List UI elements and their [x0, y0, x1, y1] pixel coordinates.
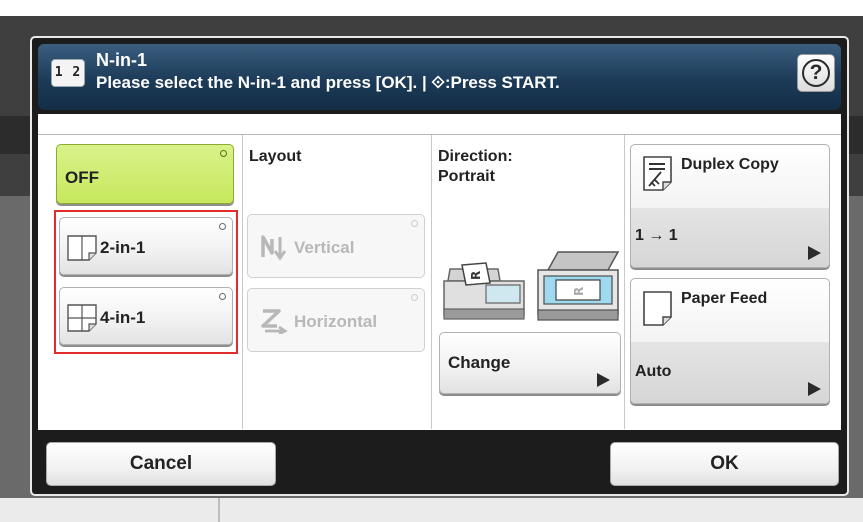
- column-divider: [242, 135, 243, 429]
- play-arrow-icon: [597, 373, 610, 387]
- selection-indicator: [219, 293, 226, 300]
- selection-indicator: [411, 294, 418, 301]
- help-icon: ?: [802, 59, 830, 87]
- cancel-button[interactable]: Cancel: [46, 442, 276, 486]
- dialog-instruction: Please select the N-in-1 and press [OK].…: [96, 73, 560, 92]
- paper-feed-button[interactable]: Paper Feed Auto: [630, 278, 830, 404]
- off-option-label: OFF: [65, 168, 99, 187]
- n-in-1-dialog: 1 2 N-in-1 Please select the N-in-1 and …: [30, 36, 849, 496]
- dialog-title: N-in-1: [96, 50, 147, 70]
- duplex-copy-label: Duplex Copy: [681, 156, 779, 173]
- four-in-one-button[interactable]: 4-in-1: [59, 287, 233, 345]
- column-divider: [431, 135, 432, 429]
- flatbed-scanner-icon: R: [537, 251, 620, 321]
- paper-feed-value-area: Auto: [631, 342, 829, 403]
- selection-indicator: [220, 150, 227, 157]
- paper-feed-label: Paper Feed: [681, 290, 768, 307]
- panel-header-strip: [38, 114, 841, 135]
- help-button[interactable]: ?: [797, 54, 835, 92]
- ok-button[interactable]: OK: [610, 442, 839, 486]
- selection-indicator: [219, 223, 226, 230]
- horizontal-layout-icon: [261, 309, 288, 334]
- vertical-layout-button[interactable]: Vertical: [247, 214, 425, 278]
- adf-scanner-icon: R: [443, 262, 525, 320]
- svg-text:R: R: [572, 287, 586, 296]
- layout-heading: Layout: [249, 148, 302, 165]
- direction-value: Portrait: [438, 168, 495, 185]
- direction-heading: Direction:: [438, 148, 513, 165]
- play-arrow-icon: [808, 382, 821, 396]
- n-in-1-icon: 1 2: [51, 59, 85, 87]
- off-option-button[interactable]: OFF: [56, 144, 234, 204]
- direction-change-button[interactable]: Change: [439, 332, 621, 394]
- direction-change-label: Change: [448, 353, 511, 372]
- title-bar: 1 2 N-in-1 Please select the N-in-1 and …: [38, 44, 841, 110]
- vertical-layout-label: Vertical: [294, 238, 355, 257]
- settings-panel: OFF 2-in-1 4-in-1 Layout Vertical Horizo…: [38, 114, 841, 430]
- duplex-copy-icon: [643, 156, 672, 191]
- duplex-copy-value: 1 → 1: [635, 227, 678, 244]
- paper-feed-value: Auto: [635, 363, 672, 380]
- column-divider: [624, 135, 625, 429]
- horizontal-layout-button[interactable]: Horizontal: [247, 288, 425, 352]
- svg-text:R: R: [469, 271, 483, 280]
- four-in-one-label: 4-in-1: [100, 308, 146, 327]
- screen-bottom-area: [0, 498, 863, 522]
- two-in-one-icon: [67, 235, 97, 261]
- duplex-copy-value-area: 1 → 1: [631, 208, 829, 267]
- selection-indicator: [411, 220, 418, 227]
- play-arrow-icon: [808, 246, 821, 260]
- two-in-one-label: 2-in-1: [100, 238, 146, 257]
- vertical-layout-icon: [261, 235, 286, 261]
- screen-top-area: [0, 0, 863, 16]
- paper-feed-icon: [643, 291, 672, 326]
- four-in-one-icon: [67, 304, 97, 332]
- horizontal-layout-label: Horizontal: [294, 312, 378, 331]
- two-in-one-button[interactable]: 2-in-1: [59, 217, 233, 275]
- duplex-copy-button[interactable]: Duplex Copy 1 → 1: [630, 144, 830, 268]
